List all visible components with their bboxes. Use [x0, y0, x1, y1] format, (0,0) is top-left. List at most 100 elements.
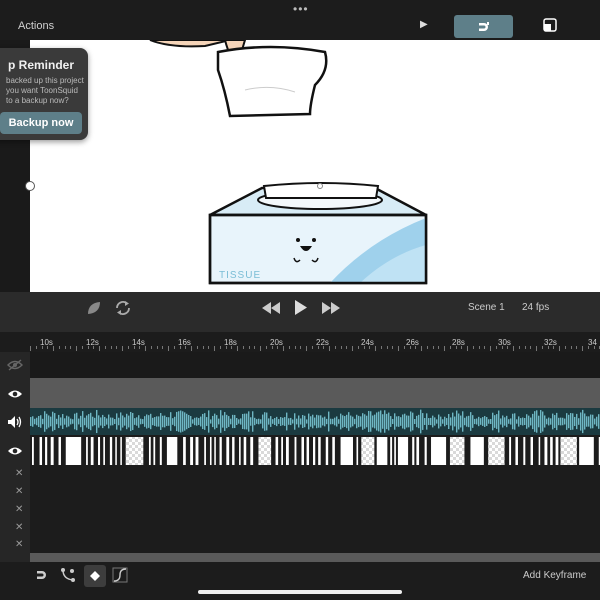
frame-cell[interactable] — [488, 437, 505, 465]
frame-cell[interactable] — [219, 437, 222, 465]
timeline-ruler[interactable]: 10s 12s 14s 16s 18s 20s 22s 24s 26s 28s … — [30, 332, 600, 352]
frame-cell[interactable] — [294, 437, 297, 465]
frame-cell[interactable] — [361, 437, 375, 465]
frame-cell[interactable] — [45, 437, 48, 465]
frame-cell[interactable] — [281, 437, 284, 465]
transform-pivot-handle[interactable] — [25, 181, 35, 191]
frame-cell[interactable] — [204, 437, 206, 465]
frame-cell[interactable] — [120, 437, 122, 465]
motion-path-icon[interactable] — [60, 567, 76, 583]
drawing-canvas[interactable]: TISSUE — [30, 40, 600, 292]
frame-cell[interactable] — [285, 437, 289, 465]
frame-cell[interactable] — [325, 437, 329, 465]
frame-cell[interactable] — [250, 437, 254, 465]
frame-cell[interactable] — [544, 437, 548, 465]
frame-cell[interactable] — [166, 437, 178, 465]
audio-track[interactable] — [30, 408, 600, 435]
frame-cell[interactable] — [190, 437, 194, 465]
eye-icon[interactable] — [0, 385, 30, 403]
rewind-icon[interactable] — [262, 302, 280, 314]
x-icon[interactable]: ✕ — [15, 468, 23, 479]
frame-cell[interactable] — [39, 437, 43, 465]
x-icon[interactable]: ✕ — [15, 522, 23, 533]
frame-cell[interactable] — [515, 437, 518, 465]
frame-cell[interactable] — [183, 437, 186, 465]
fast-forward-icon[interactable] — [322, 302, 340, 314]
frame-cell[interactable] — [356, 437, 359, 465]
keyframe-button[interactable] — [84, 565, 106, 587]
frame-cell[interactable] — [239, 437, 241, 465]
frame-cell[interactable] — [209, 437, 212, 465]
frame-cell[interactable] — [397, 437, 409, 465]
frame-cell[interactable] — [318, 437, 321, 465]
play-icon[interactable] — [295, 300, 307, 315]
fps-selector[interactable]: 24 fps — [522, 302, 549, 313]
frame-cell[interactable] — [214, 437, 216, 465]
frame-cell[interactable] — [115, 437, 117, 465]
frame-cell[interactable] — [390, 437, 393, 465]
frame-cell[interactable] — [125, 437, 144, 465]
frame-cell[interactable] — [306, 437, 310, 465]
frame-cell[interactable] — [32, 437, 34, 465]
scene-selector[interactable]: Scene 1 — [468, 302, 505, 313]
frame-cell[interactable] — [449, 437, 465, 465]
x-icon[interactable]: ✕ — [15, 504, 23, 515]
frame-cell[interactable] — [90, 437, 94, 465]
frame-cell[interactable] — [58, 437, 61, 465]
track-row-layer[interactable] — [30, 378, 600, 408]
frame-cell[interactable] — [301, 437, 305, 465]
frame-cell[interactable] — [226, 437, 230, 465]
frame-cell[interactable] — [275, 437, 279, 465]
frame-cell[interactable] — [103, 437, 105, 465]
frames-track[interactable] — [30, 436, 600, 466]
frame-cell[interactable] — [509, 437, 512, 465]
magnet-icon[interactable] — [35, 569, 49, 581]
add-keyframe-button[interactable]: Add Keyframe — [523, 570, 586, 581]
frame-cell[interactable] — [523, 437, 526, 465]
frame-cell[interactable] — [424, 437, 427, 465]
frame-cell[interactable] — [416, 437, 420, 465]
frame-cell[interactable] — [86, 437, 88, 465]
frame-cell[interactable] — [579, 437, 594, 465]
frame-cell[interactable] — [340, 437, 353, 465]
frame-cell[interactable] — [412, 437, 415, 465]
frame-cell[interactable] — [376, 437, 388, 465]
frame-cell[interactable] — [332, 437, 335, 465]
frame-cell[interactable] — [195, 437, 199, 465]
frame-cell[interactable] — [530, 437, 534, 465]
speaker-icon[interactable] — [0, 413, 30, 431]
frame-cell[interactable] — [153, 437, 156, 465]
frame-cell[interactable] — [560, 437, 577, 465]
eye-icon[interactable] — [0, 442, 30, 460]
ellipsis-icon[interactable]: ••• — [293, 2, 309, 16]
track-row-hidden[interactable] — [30, 352, 600, 378]
layers-icon[interactable] — [543, 18, 557, 32]
frame-cell[interactable] — [394, 437, 396, 465]
frame-cell[interactable] — [243, 437, 247, 465]
actions-menu[interactable]: Actions — [18, 20, 54, 32]
frame-cell[interactable] — [232, 437, 235, 465]
frame-cell[interactable] — [50, 437, 54, 465]
frame-cell[interactable] — [65, 437, 82, 465]
frame-cell[interactable] — [470, 437, 484, 465]
onion-skin-icon[interactable] — [86, 300, 102, 316]
frame-cell[interactable] — [109, 437, 113, 465]
frame-cell[interactable] — [555, 437, 559, 465]
frame-cell[interactable] — [258, 437, 272, 465]
frame-cell[interactable] — [313, 437, 316, 465]
frame-cell[interactable] — [159, 437, 162, 465]
hidden-eye-icon[interactable] — [0, 356, 30, 374]
frame-cell[interactable] — [538, 437, 541, 465]
x-icon[interactable]: ✕ — [15, 486, 23, 497]
frame-cell[interactable] — [98, 437, 101, 465]
timeline-scrollbar[interactable] — [30, 553, 600, 562]
loop-icon[interactable] — [114, 299, 132, 317]
easing-curve-icon[interactable] — [112, 567, 128, 583]
backup-now-button[interactable]: Backup now — [0, 112, 82, 134]
play-icon[interactable]: ▶ — [420, 19, 428, 30]
frame-cell[interactable] — [431, 437, 447, 465]
magnet-button[interactable] — [454, 15, 513, 38]
frame-cell[interactable] — [148, 437, 151, 465]
x-icon[interactable]: ✕ — [15, 539, 23, 550]
frame-cell[interactable] — [550, 437, 553, 465]
